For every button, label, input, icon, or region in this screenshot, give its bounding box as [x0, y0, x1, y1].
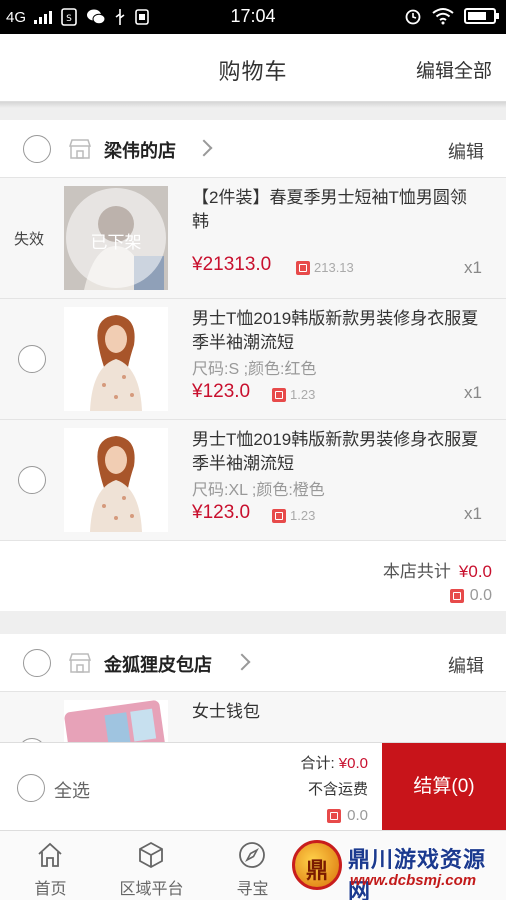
store-total-label: 本店共计 [382, 562, 451, 581]
invalid-label: 失效 [14, 231, 45, 248]
status-bar: 4G S 17:04 [0, 0, 506, 34]
home-icon [38, 842, 62, 867]
wifi-icon [432, 8, 454, 25]
store-name[interactable]: 梁伟的店 [104, 137, 176, 163]
store-total: 本店共计 ¥0.0 0.0 [0, 541, 506, 611]
sum-label: 合计: [300, 755, 335, 772]
product-price: ¥21313.0 [192, 254, 272, 275]
cart-summary: 合计: ¥0.0 不含运费 0.0 [300, 751, 368, 829]
store-select-radio[interactable] [23, 135, 51, 163]
product-spec: 尺码:S ;颜色:红色 [192, 361, 317, 378]
cart-item: 失效 已下架 【2件装】春夏季男士短袖T恤男圆领韩 ¥21313.0 213.1… [0, 178, 506, 299]
points-icon [449, 589, 464, 603]
tab-region-platform[interactable]: 区域平台 [101, 831, 202, 900]
product-thumbnail[interactable] [64, 700, 168, 742]
product-thumbnail[interactable]: 已下架 [64, 186, 168, 290]
shipping-note: 不含运费 [307, 781, 368, 798]
store-edit-button[interactable]: 编辑 [448, 138, 484, 164]
select-all-label[interactable]: 全选 [54, 777, 90, 803]
store-select-radio[interactable] [23, 649, 51, 677]
shop-icon [68, 653, 92, 673]
product-price: ¥123.0 [192, 502, 251, 523]
product-spec: 尺码:XL ;颜色:橙色 [192, 482, 325, 499]
store-card: 梁伟的店 编辑 失效 已下架 【2件装】春夏季男士短袖T恤男圆领韩 ¥21313… [0, 120, 506, 611]
points-icon [296, 260, 310, 275]
cart-item: 男士T恤2019韩版新款男装修身衣服夏季半袖潮流短 尺码:XL ;颜色:橙色 ¥… [0, 420, 506, 541]
product-quantity: x1 [464, 258, 482, 277]
store-total-row: 本店共计 ¥0.0 [383, 557, 492, 582]
store-total-points: 0.0 [449, 587, 492, 605]
checkout-button[interactable]: 结算(0) [382, 743, 506, 831]
product-thumbnail[interactable] [64, 307, 168, 411]
sum-row: 合计: ¥0.0 [300, 751, 368, 777]
edit-all-button[interactable]: 编辑全部 [416, 56, 492, 83]
sum-points: 0.0 [300, 803, 368, 829]
header-shadow [0, 102, 506, 108]
header: 购物车 编辑全部 [0, 34, 506, 102]
chevron-right-icon[interactable] [233, 653, 251, 671]
select-all-radio[interactable] [17, 774, 45, 802]
sum-amount: ¥0.0 [338, 755, 368, 772]
points-value: 1.23 [290, 387, 316, 402]
delisted-overlay: 已下架 [90, 233, 142, 252]
cart-item: 女士钱包 [0, 692, 506, 742]
points-value: 1.23 [290, 508, 316, 523]
alarm-icon [405, 9, 421, 25]
watermark-url: www.dcbsmj.com [350, 872, 477, 889]
points-icon [327, 809, 342, 823]
product-quantity: x1 [464, 383, 482, 402]
store-header: 金狐狸皮包店 编辑 [0, 634, 506, 692]
product-title[interactable]: 男士T恤2019韩版新款男装修身衣服夏季半袖潮流短 [192, 428, 482, 476]
store-card: 金狐狸皮包店 编辑 女士钱包 [0, 634, 506, 742]
store-header: 梁伟的店 编辑 [0, 120, 506, 178]
tab-home[interactable]: 首页 [0, 831, 101, 900]
battery-icon [464, 8, 499, 24]
watermark-title: 鼎川游戏资源网 [348, 847, 487, 900]
store-name[interactable]: 金狐狸皮包店 [104, 651, 212, 677]
points-value: 213.13 [314, 260, 354, 275]
store-total-amount: ¥0.0 [458, 562, 492, 581]
checkout-bar: 全选 合计: ¥0.0 不含运费 0.0 结算(0) [0, 742, 506, 831]
points-icon [272, 508, 286, 523]
tab-label: 区域平台 [119, 881, 184, 898]
shop-icon [68, 139, 92, 159]
points-icon [272, 387, 286, 402]
store-edit-button[interactable]: 编辑 [448, 652, 484, 678]
item-select-radio[interactable] [18, 466, 46, 494]
site-watermark: 鼎川游戏资源网 www.dcbsmj.com [288, 836, 502, 900]
item-select-radio[interactable] [18, 345, 46, 373]
points-value: 0.0 [469, 587, 492, 604]
product-title[interactable]: 女士钱包 [192, 700, 482, 724]
compass-icon [239, 842, 265, 868]
product-thumbnail[interactable] [64, 428, 168, 532]
product-points: 213.13 [296, 260, 354, 275]
cart-item: 男士T恤2019韩版新款男装修身衣服夏季半袖潮流短 尺码:S ;颜色:红色 ¥1… [0, 299, 506, 420]
product-points: 1.23 [272, 387, 315, 402]
product-price: ¥123.0 [192, 381, 251, 402]
cube-icon [139, 841, 163, 869]
product-title[interactable]: 男士T恤2019韩版新款男装修身衣服夏季半袖潮流短 [192, 307, 482, 355]
points-value: 0.0 [347, 807, 368, 824]
watermark-logo [292, 840, 342, 890]
product-title[interactable]: 【2件装】春夏季男士短袖T恤男圆领韩 [192, 186, 482, 234]
product-quantity: x1 [464, 504, 482, 523]
product-points: 1.23 [272, 508, 315, 523]
tab-label: 首页 [34, 881, 67, 898]
chevron-right-icon[interactable] [195, 139, 213, 157]
